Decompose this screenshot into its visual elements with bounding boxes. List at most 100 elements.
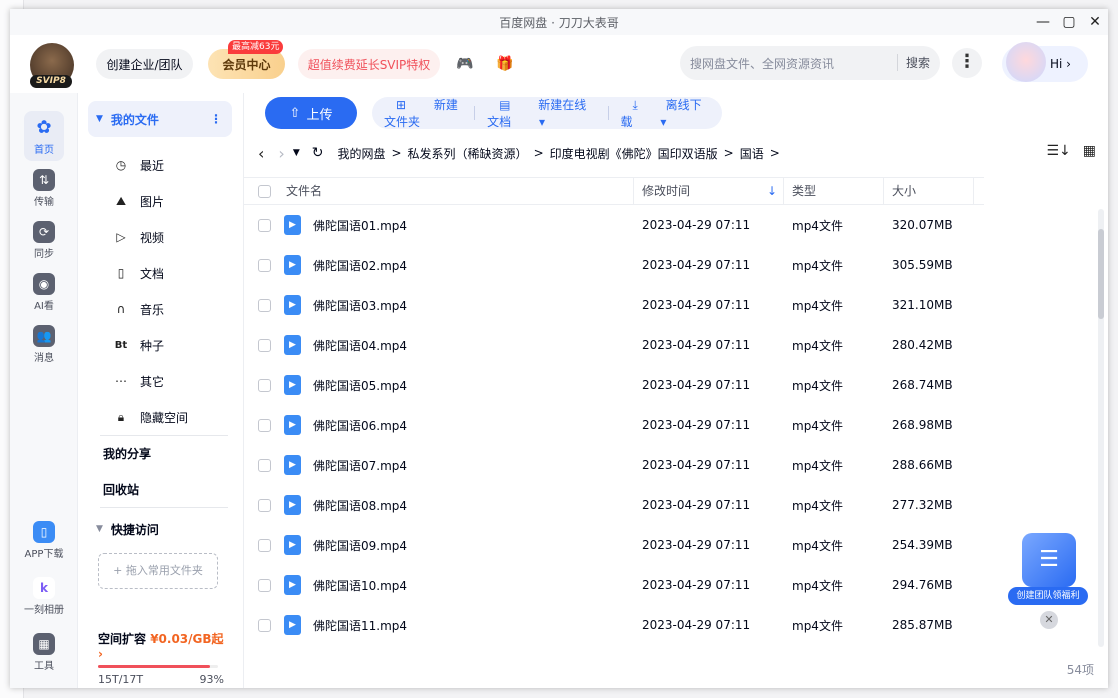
sort-icon[interactable]: ☰↓ <box>1046 143 1070 159</box>
checkbox[interactable] <box>257 339 271 352</box>
create-enterprise-button[interactable]: 创建企业/团队 <box>96 49 193 79</box>
col-modified[interactable]: 修改时间 ↓ <box>634 177 784 205</box>
search-input[interactable]: 搜网盘文件、全网资源资讯 搜索 <box>680 46 940 80</box>
grid-view-icon[interactable]: ▦ <box>1083 143 1096 159</box>
file-name-cell[interactable]: ▶ 佛陀国语08.mp4 <box>284 495 642 515</box>
search-button[interactable]: 搜索 <box>896 54 930 71</box>
row-select[interactable] <box>244 618 284 632</box>
team-promo[interactable]: ☰ 创建团队领福利 <box>1008 533 1090 613</box>
table-row[interactable]: ▶ 佛陀国语09.mp4 2023-04-29 07:11 mp4文件 254.39MB <box>244 525 1094 565</box>
leftbar-home[interactable]: ✿ 首页 <box>24 111 64 161</box>
promo-close-icon[interactable]: ✕ <box>1040 611 1058 629</box>
col-size[interactable]: 大小 <box>884 177 974 205</box>
breadcrumb-item[interactable]: 国语 <box>740 145 764 162</box>
nav-item-video[interactable]: ▷ 视频 <box>90 221 230 253</box>
leftbar-message[interactable]: 👥 消息 <box>24 325 64 364</box>
checkbox[interactable] <box>257 579 271 592</box>
row-select[interactable] <box>244 578 284 592</box>
breadcrumb-item[interactable]: 私发系列（稀缺资源） <box>408 145 528 162</box>
checkbox[interactable] <box>257 219 271 232</box>
leftbar-sync[interactable]: ⟳ 同步 <box>24 221 64 260</box>
breadcrumb-item[interactable]: 印度电视剧《佛陀》国印双语版 <box>550 145 718 162</box>
leftbar-tools[interactable]: ▦ 工具 <box>20 633 68 672</box>
file-name-cell[interactable]: ▶ 佛陀国语04.mp4 <box>284 335 642 355</box>
file-name-cell[interactable]: ▶ 佛陀国语10.mp4 <box>284 575 642 595</box>
leftbar-transfer[interactable]: ⇅ 传输 <box>24 169 64 208</box>
more-icon[interactable]: ⋮ <box>210 112 222 126</box>
nav-recycle-bin[interactable]: 回收站 <box>103 473 243 505</box>
row-select[interactable] <box>244 258 284 272</box>
table-row[interactable]: ▶ 佛陀国语11.mp4 2023-04-29 07:11 mp4文件 285.87MB <box>244 605 1094 645</box>
checkbox[interactable] <box>257 619 271 632</box>
file-name-cell[interactable]: ▶ 佛陀国语07.mp4 <box>284 455 642 475</box>
leftbar-app-download[interactable]: ▯ APP下载 <box>20 521 68 560</box>
back-icon[interactable]: ‹ <box>258 144 264 163</box>
minimize-icon[interactable]: — <box>1030 9 1056 35</box>
storage-quota[interactable]: 空间扩容 ¥0.03/GB起 › 15T/17T 93% <box>98 630 228 686</box>
table-row[interactable]: ▶ 佛陀国语02.mp4 2023-04-29 07:11 mp4文件 305.59MB <box>244 245 1094 285</box>
forward-icon[interactable]: › <box>278 144 284 163</box>
table-row[interactable]: ▶ 佛陀国语10.mp4 2023-04-29 07:11 mp4文件 294.76MB <box>244 565 1094 605</box>
col-type[interactable]: 类型 <box>784 177 884 205</box>
checkbox[interactable] <box>257 299 271 312</box>
row-select[interactable] <box>244 218 284 232</box>
checkbox[interactable] <box>257 259 271 272</box>
offline-download-button[interactable]: ⤓ 离线下载 ▾ <box>609 96 722 130</box>
nav-item-docs[interactable]: ▯ 文档 <box>90 257 230 289</box>
game-icon[interactable]: 🎮 <box>456 55 474 73</box>
nav-item-music[interactable]: ∩ 音乐 <box>90 293 230 325</box>
checkbox[interactable] <box>257 419 271 432</box>
table-row[interactable]: ▶ 佛陀国语05.mp4 2023-04-29 07:11 mp4文件 268.74MB <box>244 365 1094 405</box>
table-row[interactable]: ▶ 佛陀国语06.mp4 2023-04-29 07:11 mp4文件 268.98MB <box>244 405 1094 445</box>
nav-my-files[interactable]: ▼ 我的文件 ⋮ <box>88 101 232 137</box>
nav-item-recent[interactable]: ◷ 最近 <box>90 149 230 181</box>
history-dropdown-icon[interactable]: ▼ <box>293 148 300 158</box>
scrollbar[interactable] <box>1098 209 1104 647</box>
leftbar-album[interactable]: k 一刻相册 <box>20 577 68 616</box>
nav-quick-access[interactable]: ▼ 快捷访问 <box>96 513 236 545</box>
checkbox[interactable] <box>257 459 271 472</box>
checkbox[interactable] <box>257 379 271 392</box>
row-select[interactable] <box>244 298 284 312</box>
file-name-cell[interactable]: ▶ 佛陀国语11.mp4 <box>284 615 642 635</box>
breadcrumb-item[interactable]: 我的网盘 <box>337 145 385 162</box>
select-all[interactable] <box>244 177 284 205</box>
nav-my-share[interactable]: 我的分享 <box>103 437 243 469</box>
col-name[interactable]: 文件名 <box>284 177 634 205</box>
new-online-doc-button[interactable]: ▤ 新建在线文档 ▾ <box>475 96 608 130</box>
row-select[interactable] <box>244 458 284 472</box>
table-row[interactable]: ▶ 佛陀国语03.mp4 2023-04-29 07:11 mp4文件 321.10MB <box>244 285 1094 325</box>
checkbox[interactable] <box>257 185 271 198</box>
row-select[interactable] <box>244 338 284 352</box>
nav-item-torrent[interactable]: Bt 种子 <box>90 329 230 361</box>
file-name-cell[interactable]: ▶ 佛陀国语06.mp4 <box>284 415 642 435</box>
file-name-cell[interactable]: ▶ 佛陀国语05.mp4 <box>284 375 642 395</box>
scrollbar-thumb[interactable] <box>1098 229 1104 319</box>
table-row[interactable]: ▶ 佛陀国语01.mp4 2023-04-29 07:11 mp4文件 320.07MB <box>244 205 1094 245</box>
assistant-hi-button[interactable]: Hi › <box>1002 42 1088 82</box>
table-row[interactable]: ▶ 佛陀国语04.mp4 2023-04-29 07:11 mp4文件 280.42MB <box>244 325 1094 365</box>
drop-folder-zone[interactable]: + 拖入常用文件夹 <box>98 553 218 589</box>
refresh-icon[interactable]: ↻ <box>312 145 324 161</box>
row-select[interactable] <box>244 418 284 432</box>
new-folder-button[interactable]: ⊞ 新建文件夹 <box>372 96 474 130</box>
table-row[interactable]: ▶ 佛陀国语07.mp4 2023-04-29 07:11 mp4文件 288.66MB <box>244 445 1094 485</box>
table-row[interactable]: ▶ 佛陀国语08.mp4 2023-04-29 07:11 mp4文件 277.32MB <box>244 485 1094 525</box>
upload-button[interactable]: ⇧ 上传 <box>265 97 357 129</box>
close-icon[interactable]: ✕ <box>1082 9 1108 35</box>
row-select[interactable] <box>244 378 284 392</box>
file-name-cell[interactable]: ▶ 佛陀国语09.mp4 <box>284 535 642 555</box>
leftbar-ai[interactable]: ◉ AI看 <box>24 273 64 312</box>
checkbox[interactable] <box>257 539 271 552</box>
file-name-cell[interactable]: ▶ 佛陀国语02.mp4 <box>284 255 642 275</box>
nav-item-hidden-space[interactable]: 🔒︎ 隐藏空间 <box>90 401 230 433</box>
renew-svip-button[interactable]: 超值续费延长SVIP特权 <box>298 49 440 79</box>
row-select[interactable] <box>244 538 284 552</box>
row-select[interactable] <box>244 498 284 512</box>
nav-item-images[interactable]: ⛰ 图片 <box>90 185 230 217</box>
maximize-icon[interactable]: ▢ <box>1056 9 1082 35</box>
more-menu-icon[interactable]: ⋮ <box>952 48 982 78</box>
file-name-cell[interactable]: ▶ 佛陀国语03.mp4 <box>284 295 642 315</box>
nav-item-other[interactable]: ⋯ 其它 <box>90 365 230 397</box>
quota-price[interactable]: ¥0.03/GB起 <box>150 632 223 646</box>
